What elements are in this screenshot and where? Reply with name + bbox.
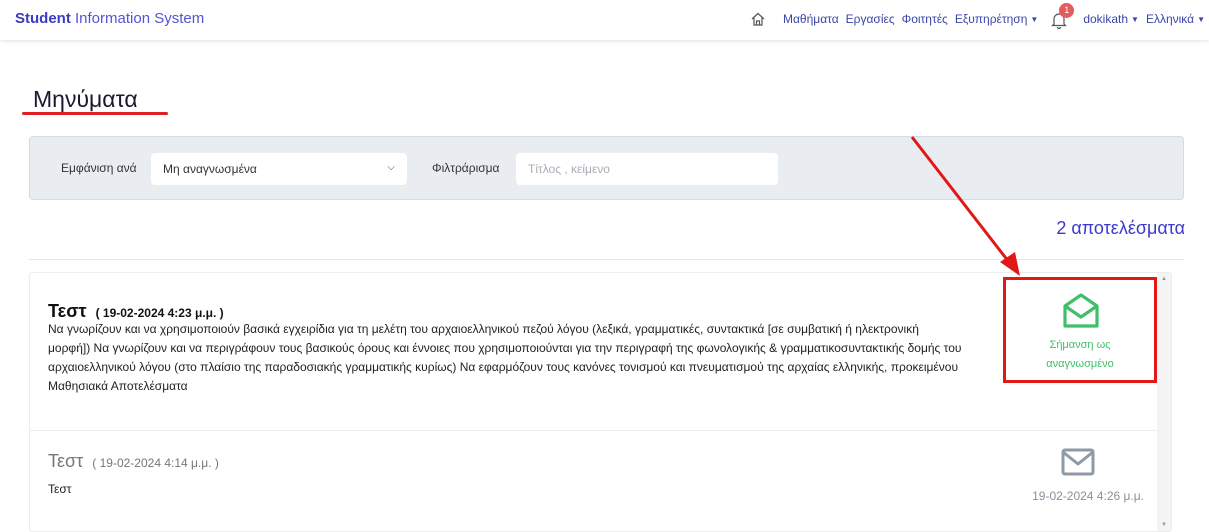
message-body: Να γνωρίζουν και να χρησιμοποιούν βασικά… [48, 322, 962, 393]
chevron-down-icon: ▼ [1030, 14, 1039, 24]
message-title: Τεστ ( 19-02-2024 4:23 μ.μ. ) [48, 301, 224, 322]
mark-as-read-label: Σήμανση ως αναγνωσμένο [1006, 336, 1154, 374]
user-name: dokikath [1083, 12, 1129, 26]
scroll-thumb[interactable] [1160, 289, 1168, 514]
language-menu[interactable]: Ελληνικά ▼ [1146, 12, 1205, 26]
chevron-down-icon: ▼ [1131, 14, 1139, 24]
show-by-select[interactable]: Μη αναγνωσμένα ⌵ [151, 153, 407, 185]
envelope-icon [1061, 448, 1095, 476]
messages-list: Τεστ ( 19-02-2024 4:23 μ.μ. ) Να γνωρίζο… [29, 272, 1172, 532]
nav-students[interactable]: Φοιτητές [902, 12, 948, 26]
message-item-read[interactable]: Τεστ ( 19-02-2024 4:14 μ.μ. ) Τεστ 19-02… [30, 431, 1158, 532]
notifications-button[interactable]: 1 [1050, 3, 1075, 29]
message-body: Τεστ [48, 482, 72, 496]
scroll-up-icon[interactable]: ▲ [1161, 276, 1167, 282]
message-date: ( 19-02-2024 4:23 μ.μ. ) [95, 306, 224, 320]
brand-light: Information System [75, 10, 205, 27]
show-by-label: Εμφάνιση ανά [61, 161, 137, 175]
notification-badge: 1 [1059, 3, 1075, 18]
message-title-text: Τεστ [48, 451, 84, 471]
filter-label: Φιλτράρισμα [432, 161, 500, 175]
page-title: Μηνύματα [33, 86, 138, 112]
scrollbar[interactable]: ▲ ▼ [1157, 273, 1171, 531]
user-menu[interactable]: dokikath ▼ [1083, 12, 1139, 26]
brand-logo[interactable]: Student Information System [15, 10, 204, 27]
nav-support[interactable]: Εξυπηρέτηση ▼ [955, 12, 1038, 26]
show-by-value: Μη αναγνωσμένα [163, 162, 257, 176]
language-label: Ελληνικά [1145, 12, 1195, 26]
nav-assignments[interactable]: Εργασίες [846, 12, 895, 26]
top-navbar: Student Information System Μαθήματα Εργα… [0, 0, 1209, 40]
nav-courses[interactable]: Μαθήματα [783, 12, 839, 26]
search-input[interactable] [516, 153, 778, 185]
scroll-down-icon[interactable]: ▼ [1161, 522, 1167, 528]
mark-as-read-button[interactable]: Σήμανση ως αναγνωσμένο [1003, 277, 1157, 383]
chevron-down-icon: ⌵ [387, 162, 395, 173]
message-date: ( 19-02-2024 4:14 μ.μ. ) [92, 456, 219, 470]
mark-as-read-line1: Σήμανση ως [1049, 339, 1111, 351]
message-title: Τεστ ( 19-02-2024 4:14 μ.μ. ) [48, 451, 219, 472]
nav-support-label: Εξυπηρέτηση [954, 12, 1028, 26]
chevron-down-icon: ▼ [1197, 14, 1205, 24]
nav-right: Μαθήματα Εργασίες Φοιτητές Εξυπηρέτηση ▼… [750, 0, 1205, 38]
brand-bold: Student [15, 10, 71, 27]
filter-bar: Εμφάνιση ανά Μη αναγνωσμένα ⌵ Φιλτράρισμ… [29, 136, 1184, 200]
envelope-open-icon [1063, 293, 1099, 328]
divider [29, 259, 1184, 260]
message-title-text: Τεστ [48, 301, 87, 321]
message-item-unread[interactable]: Τεστ ( 19-02-2024 4:23 μ.μ. ) Να γνωρίζο… [30, 273, 1158, 431]
results-count: 2 αποτελέσματα [1056, 218, 1185, 238]
home-icon[interactable] [750, 11, 766, 27]
title-annotation-underline [22, 112, 168, 115]
mark-as-read-line2: αναγνωσμένο [1046, 358, 1114, 370]
read-date: 19-02-2024 4:26 μ.μ. [1032, 489, 1144, 503]
